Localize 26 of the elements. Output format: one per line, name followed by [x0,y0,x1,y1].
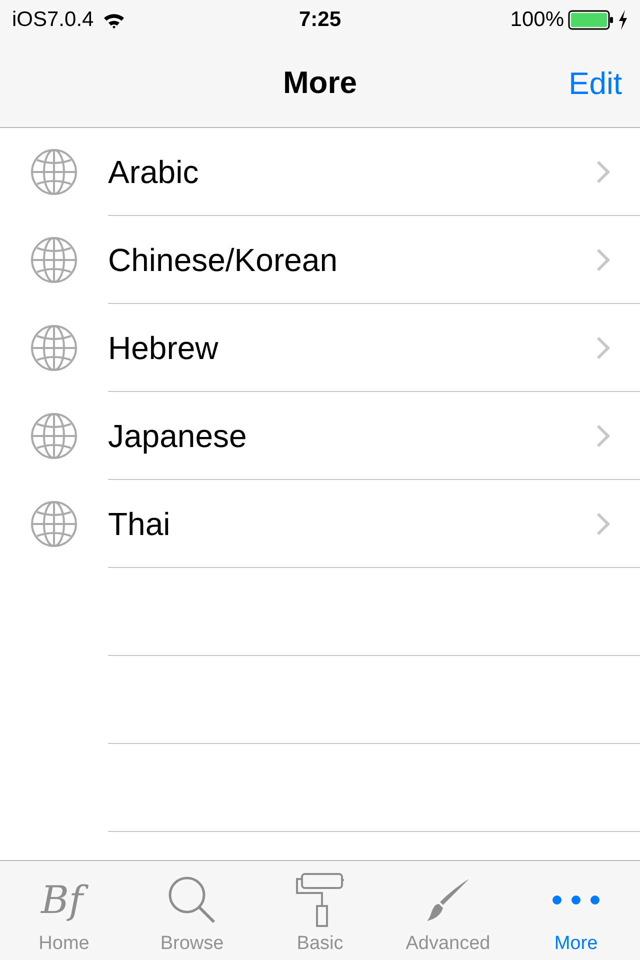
carrier-text: iOS7.0.4 [12,7,94,34]
nav-title: More [282,64,358,102]
search-icon [167,875,217,926]
globe-icon [30,236,78,284]
chevron-icon [596,336,610,360]
tab-bar-item[interactable]: Basic [256,861,384,960]
chevron-icon [596,248,610,272]
chevron-icon [596,512,610,536]
tab-bar-item[interactable]: More [512,861,640,960]
paint-roller-icon [295,872,345,928]
edit-button[interactable]: Edit [568,64,622,102]
tab-bar-item[interactable]: Bf Home [0,861,128,960]
globe-icon [30,324,78,372]
globe-icon [30,500,78,548]
globe-icon [30,412,78,460]
battery-percent: 100% [510,7,564,34]
battery-icon [568,10,614,30]
tab-bar-item[interactable]: Browse [128,861,256,960]
wifi-icon [102,11,126,29]
globe-icon [30,148,78,196]
tab-bar-item[interactable]: Advanced [384,861,512,960]
clock-text: 7:25 [298,7,342,34]
chevron-icon [596,160,610,184]
bf-logo: Bf [39,876,89,925]
more-dots-icon [552,895,600,906]
chevron-icon [596,424,610,448]
